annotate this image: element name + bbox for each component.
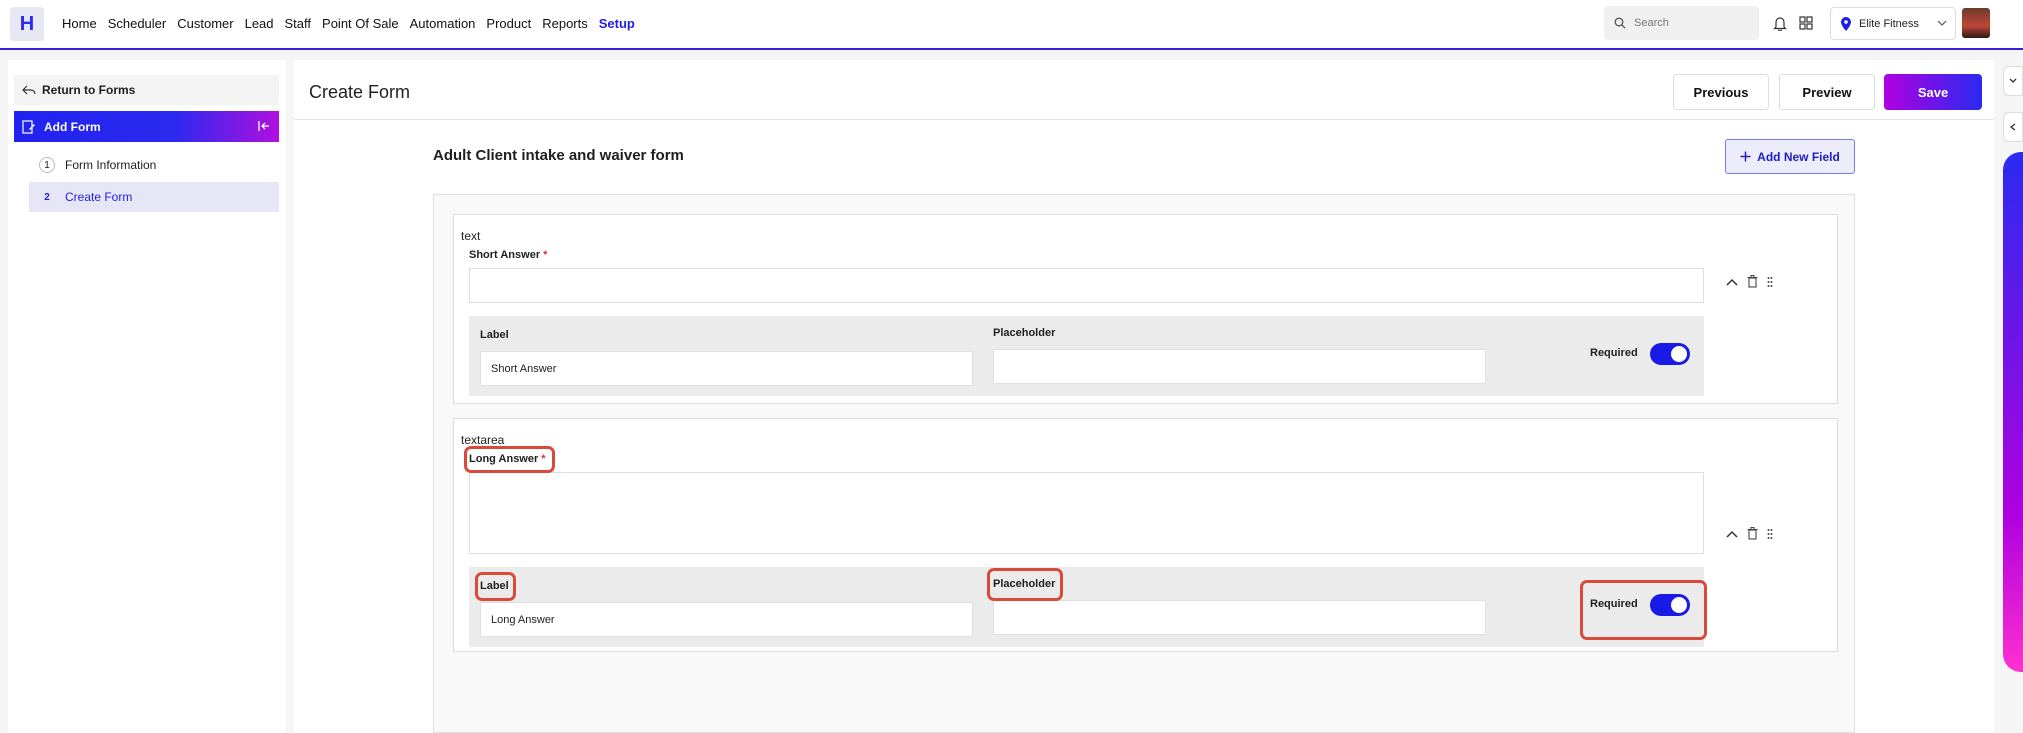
step-create-form[interactable]: 2 Create Form [29, 182, 279, 212]
page-title: Create Form [309, 82, 411, 102]
nav-item-reports[interactable]: Reports [542, 16, 588, 31]
previous-button[interactable]: Previous [1673, 74, 1769, 110]
field-properties-panel: Label Long Answer Placeholder Required [469, 567, 1704, 647]
bell-icon[interactable] [1770, 13, 1790, 33]
step-form-information[interactable]: 1 Form Information [29, 150, 279, 180]
nav-item-point-of-sale[interactable]: Point Of Sale [322, 16, 399, 31]
nav-item-lead[interactable]: Lead [245, 16, 274, 31]
field-actions [1726, 275, 1773, 288]
required-toggle[interactable] [1650, 343, 1690, 365]
plus-icon [1740, 151, 1751, 162]
chevron-left-icon[interactable] [2003, 112, 2023, 142]
app-logo[interactable]: H [10, 7, 44, 41]
save-button[interactable]: Save [1884, 74, 1982, 110]
step-label: Create Form [65, 190, 133, 204]
field-label: Short Answer * [469, 249, 547, 261]
back-arrow-icon [22, 85, 36, 95]
nav-item-scheduler[interactable]: Scheduler [108, 16, 167, 31]
field-type: text [461, 229, 481, 243]
step-label: Form Information [65, 158, 157, 172]
chevron-up-icon[interactable] [1726, 278, 1738, 286]
field-label: Long Answer * [469, 453, 546, 465]
field-type: textarea [461, 433, 505, 447]
location-pin-icon [1841, 16, 1851, 31]
step-number: 1 [39, 157, 55, 173]
form-field-card[interactable]: textarea Long Answer * Label Long Answer … [453, 418, 1838, 652]
trash-icon[interactable] [1747, 275, 1758, 288]
label-prop-input[interactable]: Short Answer [480, 351, 973, 386]
main-content: Create Form Previous Preview Save Adult … [294, 60, 1994, 733]
search-icon [1614, 17, 1626, 29]
label-prop-label: Label [480, 329, 509, 341]
side-panel-edge[interactable] [2003, 152, 2023, 672]
preview-button[interactable]: Preview [1779, 74, 1875, 110]
top-navigation-bar: H Home Scheduler Customer Lead Staff Poi… [0, 0, 2023, 50]
form-builder-canvas: text Short Answer * Label Short Answer Pl… [433, 194, 1855, 733]
add-form-header: Add Form [14, 111, 279, 142]
add-form-label: Add Form [44, 119, 101, 134]
user-avatar[interactable] [1962, 8, 1990, 38]
trash-icon[interactable] [1747, 527, 1758, 540]
placeholder-prop-input[interactable] [993, 349, 1486, 384]
nav-item-product[interactable]: Product [486, 16, 531, 31]
return-to-forms-button[interactable]: Return to Forms [14, 75, 279, 105]
location-name: Elite Fitness [1859, 17, 1919, 30]
label-prop-input[interactable]: Long Answer [480, 602, 973, 637]
location-selector[interactable]: Elite Fitness [1830, 7, 1956, 40]
nav-item-home[interactable]: Home [62, 16, 97, 31]
search-placeholder: Search [1634, 17, 1669, 29]
placeholder-prop-input[interactable] [993, 600, 1486, 635]
field-label-text: Short Answer [469, 249, 541, 261]
field-preview-input[interactable] [469, 268, 1704, 303]
field-actions [1726, 527, 1773, 540]
required-asterisk: * [541, 453, 546, 465]
field-properties-panel: Label Short Answer Placeholder Required [469, 316, 1704, 396]
field-label-text: Long Answer [469, 453, 539, 465]
step-number: 2 [44, 191, 50, 203]
sidebar: Return to Forms Add Form 1 Form Informat… [8, 60, 286, 733]
main-nav: Home Scheduler Customer Lead Staff Point… [62, 16, 635, 31]
add-new-field-label: Add New Field [1757, 149, 1840, 164]
required-label: Required [1590, 347, 1638, 359]
field-preview-textarea[interactable] [469, 472, 1704, 554]
nav-item-staff[interactable]: Staff [285, 16, 312, 31]
required-toggle[interactable] [1650, 594, 1690, 616]
nav-item-automation[interactable]: Automation [410, 16, 476, 31]
grid-apps-icon[interactable] [1796, 13, 1816, 33]
chevron-down-icon [1937, 20, 1947, 26]
placeholder-prop-label: Placeholder [993, 327, 1056, 339]
collapse-sidebar-icon[interactable] [257, 119, 271, 133]
placeholder-prop-label: Placeholder [993, 578, 1056, 590]
form-field-card[interactable]: text Short Answer * Label Short Answer Pl… [453, 214, 1838, 404]
drag-handle-icon[interactable] [1767, 276, 1773, 288]
add-new-field-button[interactable]: Add New Field [1725, 139, 1855, 174]
chevron-down-icon[interactable] [2003, 66, 2023, 96]
chevron-up-icon[interactable] [1726, 530, 1738, 538]
required-label: Required [1590, 598, 1638, 610]
label-prop-label: Label [480, 580, 509, 592]
divider [294, 119, 1994, 120]
form-title: Adult Client intake and waiver form [433, 147, 684, 164]
return-label: Return to Forms [42, 83, 136, 97]
drag-handle-icon[interactable] [1767, 528, 1773, 540]
required-asterisk: * [543, 249, 548, 261]
nav-item-customer[interactable]: Customer [177, 16, 233, 31]
search-input[interactable]: Search [1604, 6, 1759, 40]
form-edit-icon [22, 119, 35, 134]
nav-item-setup[interactable]: Setup [599, 16, 635, 31]
